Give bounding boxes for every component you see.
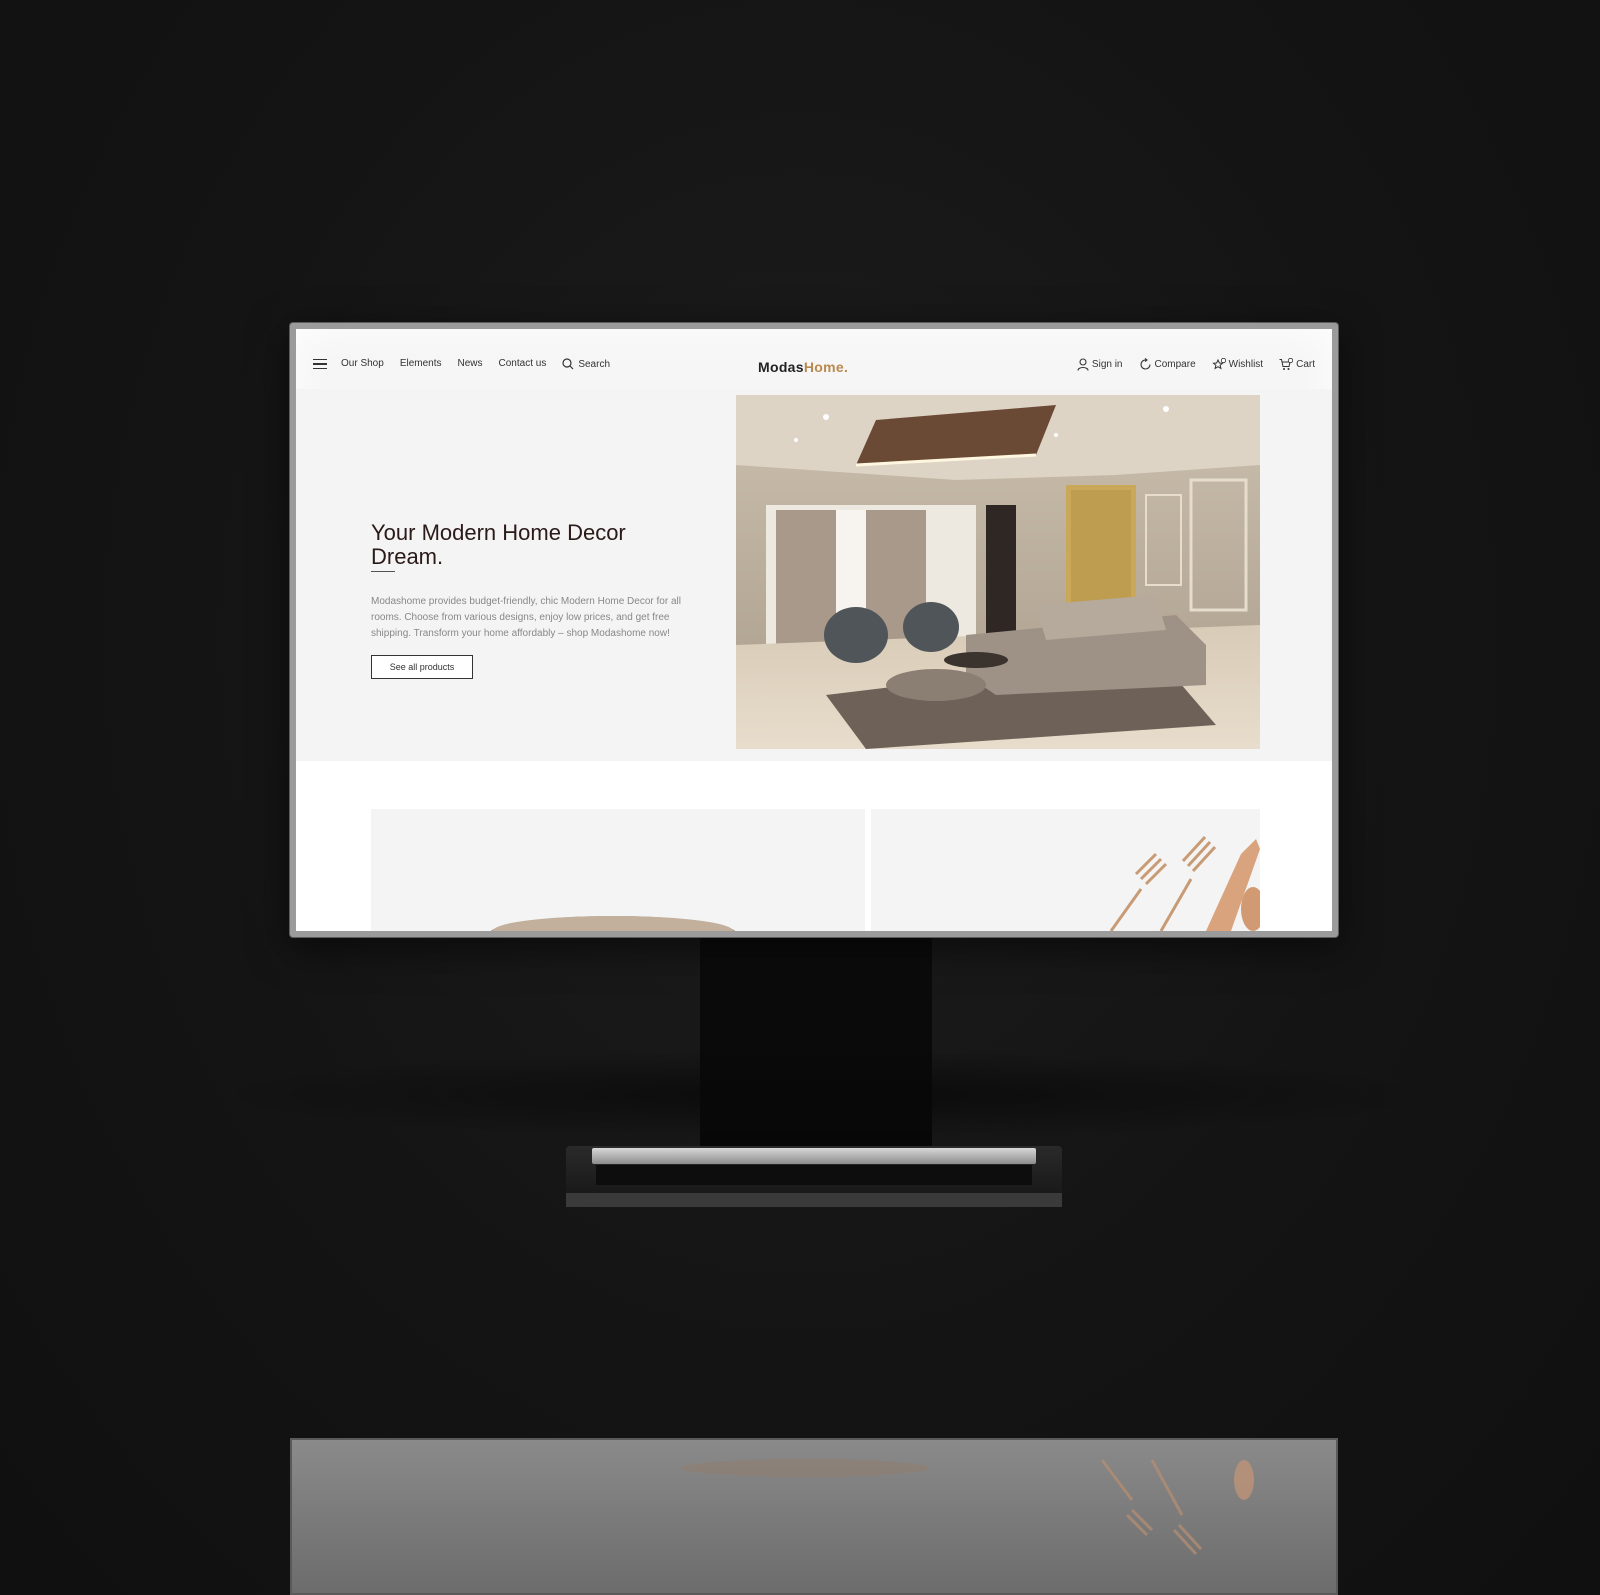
sign-in-button[interactable]: Sign in bbox=[1077, 358, 1123, 371]
wishlist-button[interactable]: Wishlist bbox=[1211, 358, 1264, 371]
nav-link-contact-us[interactable]: Contact us bbox=[499, 358, 547, 370]
nav-link-elements[interactable]: Elements bbox=[400, 358, 442, 370]
navbar: Our Shop Elements News Contact us Search… bbox=[296, 329, 1332, 389]
round-table-image bbox=[490, 916, 736, 931]
category-card-table[interactable] bbox=[371, 809, 865, 931]
nav-actions: Sign in Compare Wishlist Cart bbox=[1077, 358, 1315, 371]
cutlery-image bbox=[1109, 835, 1260, 931]
star-icon bbox=[1211, 358, 1226, 370]
category-card-cutlery[interactable] bbox=[871, 809, 1260, 931]
cart-icon bbox=[1279, 358, 1294, 370]
logo-primary: Modas bbox=[758, 359, 804, 375]
cart-button[interactable]: Cart bbox=[1279, 358, 1315, 371]
compare-icon bbox=[1139, 358, 1151, 370]
monitor-reflection bbox=[290, 1438, 1338, 1595]
compare-button[interactable]: Compare bbox=[1139, 358, 1196, 371]
stand-base-front bbox=[566, 1193, 1062, 1207]
stand-base-slot bbox=[596, 1165, 1032, 1185]
monitor-screen: Our Shop Elements News Contact us Search… bbox=[296, 329, 1332, 931]
nav-links: Our Shop Elements News Contact us Search bbox=[341, 358, 610, 370]
living-room-image bbox=[736, 395, 1260, 749]
search-label: Search bbox=[578, 358, 611, 370]
cart-label: Cart bbox=[1296, 359, 1315, 370]
search-button[interactable]: Search bbox=[562, 358, 610, 370]
logo-dot: . bbox=[843, 359, 849, 375]
see-all-products-button[interactable]: See all products bbox=[371, 655, 473, 679]
hero-section: Your Modern Home Decor Dream. Modashome … bbox=[296, 389, 1332, 761]
hamburger-menu-icon[interactable] bbox=[313, 359, 327, 370]
nav-link-our-shop[interactable]: Our Shop bbox=[341, 358, 384, 370]
user-icon bbox=[1077, 358, 1089, 371]
stand-base-highlight bbox=[592, 1148, 1036, 1164]
sign-in-label: Sign in bbox=[1091, 359, 1123, 370]
hero-divider bbox=[371, 571, 395, 572]
site-logo[interactable]: ModasHome. bbox=[758, 359, 848, 375]
hero-description: Modashome provides budget-friendly, chic… bbox=[371, 596, 681, 639]
logo-accent: Home bbox=[803, 359, 844, 375]
living-room-illustration bbox=[736, 395, 1260, 749]
monitor-stand-neck bbox=[700, 935, 932, 1150]
wishlist-label: Wishlist bbox=[1228, 359, 1264, 370]
monitor-frame: Our Shop Elements News Contact us Search… bbox=[290, 323, 1338, 937]
nav-link-news[interactable]: News bbox=[458, 358, 483, 370]
reflection-art bbox=[681, 1459, 1254, 1556]
product-category-section bbox=[296, 761, 1332, 931]
search-icon bbox=[562, 358, 574, 370]
hero-title: Your Modern Home Decor Dream. bbox=[371, 520, 626, 569]
compare-label: Compare bbox=[1154, 359, 1196, 370]
mockup-scene: Our Shop Elements News Contact us Search… bbox=[0, 0, 1600, 1595]
